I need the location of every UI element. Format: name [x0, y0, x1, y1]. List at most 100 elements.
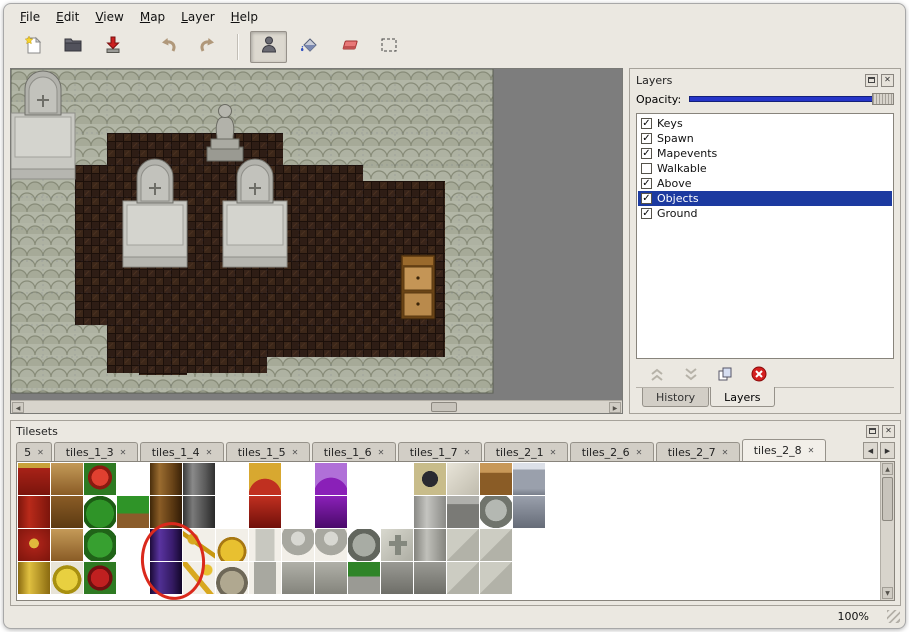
tile-loomTop[interactable]	[51, 463, 84, 496]
map-scrollbar-thumb[interactable]	[431, 402, 457, 412]
float-panel-button[interactable]	[865, 74, 878, 87]
fill-tool-button[interactable]	[290, 31, 327, 63]
tile-statueWings[interactable]	[282, 529, 315, 562]
eraser-tool-button[interactable]	[330, 31, 367, 63]
tabs-scroll-left-button[interactable]: ◀	[863, 442, 878, 459]
tile-stoneTile[interactable]	[447, 562, 480, 595]
tile-bannerRedMid[interactable]	[18, 496, 51, 529]
tile-gargoyle[interactable]	[480, 496, 513, 529]
map-canvas[interactable]	[11, 69, 622, 400]
tile-statueWings[interactable]	[315, 529, 348, 562]
tileset-tab-tiles_1_6[interactable]: tiles_1_6✕	[312, 442, 396, 461]
tile-plant[interactable]	[84, 496, 117, 529]
tile-statueAngel[interactable]	[249, 529, 282, 562]
select-tool-button[interactable]	[370, 31, 407, 63]
tile-stoneTile[interactable]	[480, 562, 513, 595]
open-button[interactable]	[54, 31, 91, 63]
redo-button[interactable]	[189, 31, 226, 63]
tile-pillarBase[interactable]	[381, 562, 414, 595]
tile-bannerGold[interactable]	[18, 562, 51, 595]
tab-close-icon[interactable]: ✕	[722, 448, 729, 457]
tile-doorGrayBottom[interactable]	[183, 496, 216, 529]
layer-row-mapevents[interactable]: ✓Mapevents	[638, 146, 892, 161]
close-tilesets-button[interactable]: ✕	[882, 425, 895, 438]
tileset-tab-tiles_2_7[interactable]: tiles_2_7✕	[656, 442, 740, 461]
tab-close-icon[interactable]: ✕	[120, 448, 127, 457]
tile-rockPile[interactable]	[216, 562, 249, 595]
tabs-scroll-right-button[interactable]: ▶	[880, 442, 895, 459]
tile-doorBrownTop[interactable]	[150, 463, 183, 496]
tab-layers[interactable]: Layers	[710, 387, 774, 407]
tile-thronePurpleTop[interactable]	[315, 463, 348, 496]
scroll-down-icon[interactable]: ▼	[882, 587, 893, 599]
tile-cabinetGray[interactable]	[447, 496, 480, 529]
tileset-vertical-scrollbar[interactable]: ▲ ▼	[880, 462, 894, 600]
tile-statueWings2[interactable]	[282, 562, 315, 595]
opacity-slider[interactable]	[689, 92, 894, 106]
tile-chestWood[interactable]	[480, 463, 513, 496]
menu-map[interactable]: Map	[132, 7, 173, 27]
scroll-right-icon[interactable]: ▶	[609, 402, 621, 413]
layer-visibility-checkbox[interactable]	[641, 163, 652, 174]
tile-stoneTile[interactable]	[447, 529, 480, 562]
layer-list[interactable]: ✓Keys✓Spawn✓MapeventsWalkable✓Above✓Obje…	[636, 113, 894, 359]
tile-statueWings2[interactable]	[315, 562, 348, 595]
map-view[interactable]: ◀ ▶	[10, 68, 623, 414]
opacity-slider-handle[interactable]	[872, 93, 894, 105]
tile-thronePurpleBottom[interactable]	[315, 496, 348, 529]
scroll-left-icon[interactable]: ◀	[12, 402, 24, 413]
layer-up-button[interactable]	[646, 365, 668, 383]
tileset-tab-tiles_2_6[interactable]: tiles_2_6✕	[570, 442, 654, 461]
layer-row-spawn[interactable]: ✓Spawn	[638, 131, 892, 146]
tile-tilePale[interactable]	[447, 463, 480, 496]
tileset-tab-tiles_2_8[interactable]: tiles_2_8✕	[742, 439, 826, 461]
resize-grip[interactable]	[887, 610, 900, 623]
layer-visibility-checkbox[interactable]: ✓	[641, 193, 652, 204]
menu-view[interactable]: View	[87, 7, 131, 27]
tab-close-icon[interactable]: ✕	[636, 448, 643, 457]
tile-throneRedTop[interactable]	[249, 463, 282, 496]
undo-button[interactable]	[149, 31, 186, 63]
layer-row-keys[interactable]: ✓Keys	[638, 116, 892, 131]
tileset-tab-tiles_1_4[interactable]: tiles_1_4✕	[140, 442, 224, 461]
tileset-content[interactable]: ▲ ▼	[16, 461, 895, 601]
tab-close-icon[interactable]: ✕	[37, 448, 44, 457]
tile-bannerRedTop[interactable]	[18, 463, 51, 496]
tileset-tab-tiles_2_1[interactable]: tiles_2_1✕	[484, 442, 568, 461]
layer-down-button[interactable]	[680, 365, 702, 383]
tile-throneRedBottom[interactable]	[249, 496, 282, 529]
tile-obelisk[interactable]	[414, 496, 447, 529]
tab-close-icon[interactable]: ✕	[292, 448, 299, 457]
tile-goldPile[interactable]	[216, 529, 249, 562]
menu-edit[interactable]: Edit	[48, 7, 87, 27]
tile-urnPlant[interactable]	[348, 562, 381, 595]
tile-graveCross[interactable]	[381, 529, 414, 562]
tile-loomBottom[interactable]	[51, 496, 84, 529]
layer-row-walkable[interactable]: Walkable	[638, 161, 892, 176]
tab-history[interactable]: History	[642, 388, 709, 407]
tile-gargoyle2[interactable]	[348, 529, 381, 562]
tab-close-icon[interactable]: ✕	[550, 448, 557, 457]
tile-potRed[interactable]	[84, 463, 117, 496]
tileset-tab-tiles_1_5[interactable]: tiles_1_5✕	[226, 442, 310, 461]
layer-row-ground[interactable]: ✓Ground	[638, 206, 892, 221]
layer-row-objects[interactable]: ✓Objects	[638, 191, 892, 206]
tab-close-icon[interactable]: ✕	[464, 448, 471, 457]
tile-loomTop[interactable]	[51, 529, 84, 562]
layer-visibility-checkbox[interactable]: ✓	[641, 148, 652, 159]
menu-file[interactable]: File	[12, 7, 48, 27]
new-file-button[interactable]	[14, 31, 51, 63]
tile-framePicture[interactable]	[414, 463, 447, 496]
layer-visibility-checkbox[interactable]: ✓	[641, 133, 652, 144]
stamp-tool-button[interactable]	[250, 31, 287, 63]
tileset-scrollbar-thumb[interactable]	[882, 477, 893, 521]
tile-statueAngel2[interactable]	[249, 562, 282, 595]
duplicate-layer-button[interactable]	[714, 365, 736, 383]
layer-row-above[interactable]: ✓Above	[638, 176, 892, 191]
tile-armorBottom[interactable]	[513, 496, 546, 529]
tile-armorTop[interactable]	[513, 463, 546, 496]
close-panel-button[interactable]: ✕	[881, 74, 894, 87]
tile-doorGrayTop[interactable]	[183, 463, 216, 496]
layer-visibility-checkbox[interactable]: ✓	[641, 178, 652, 189]
tileset-tab-tiles_1_3[interactable]: tiles_1_3✕	[54, 442, 138, 461]
